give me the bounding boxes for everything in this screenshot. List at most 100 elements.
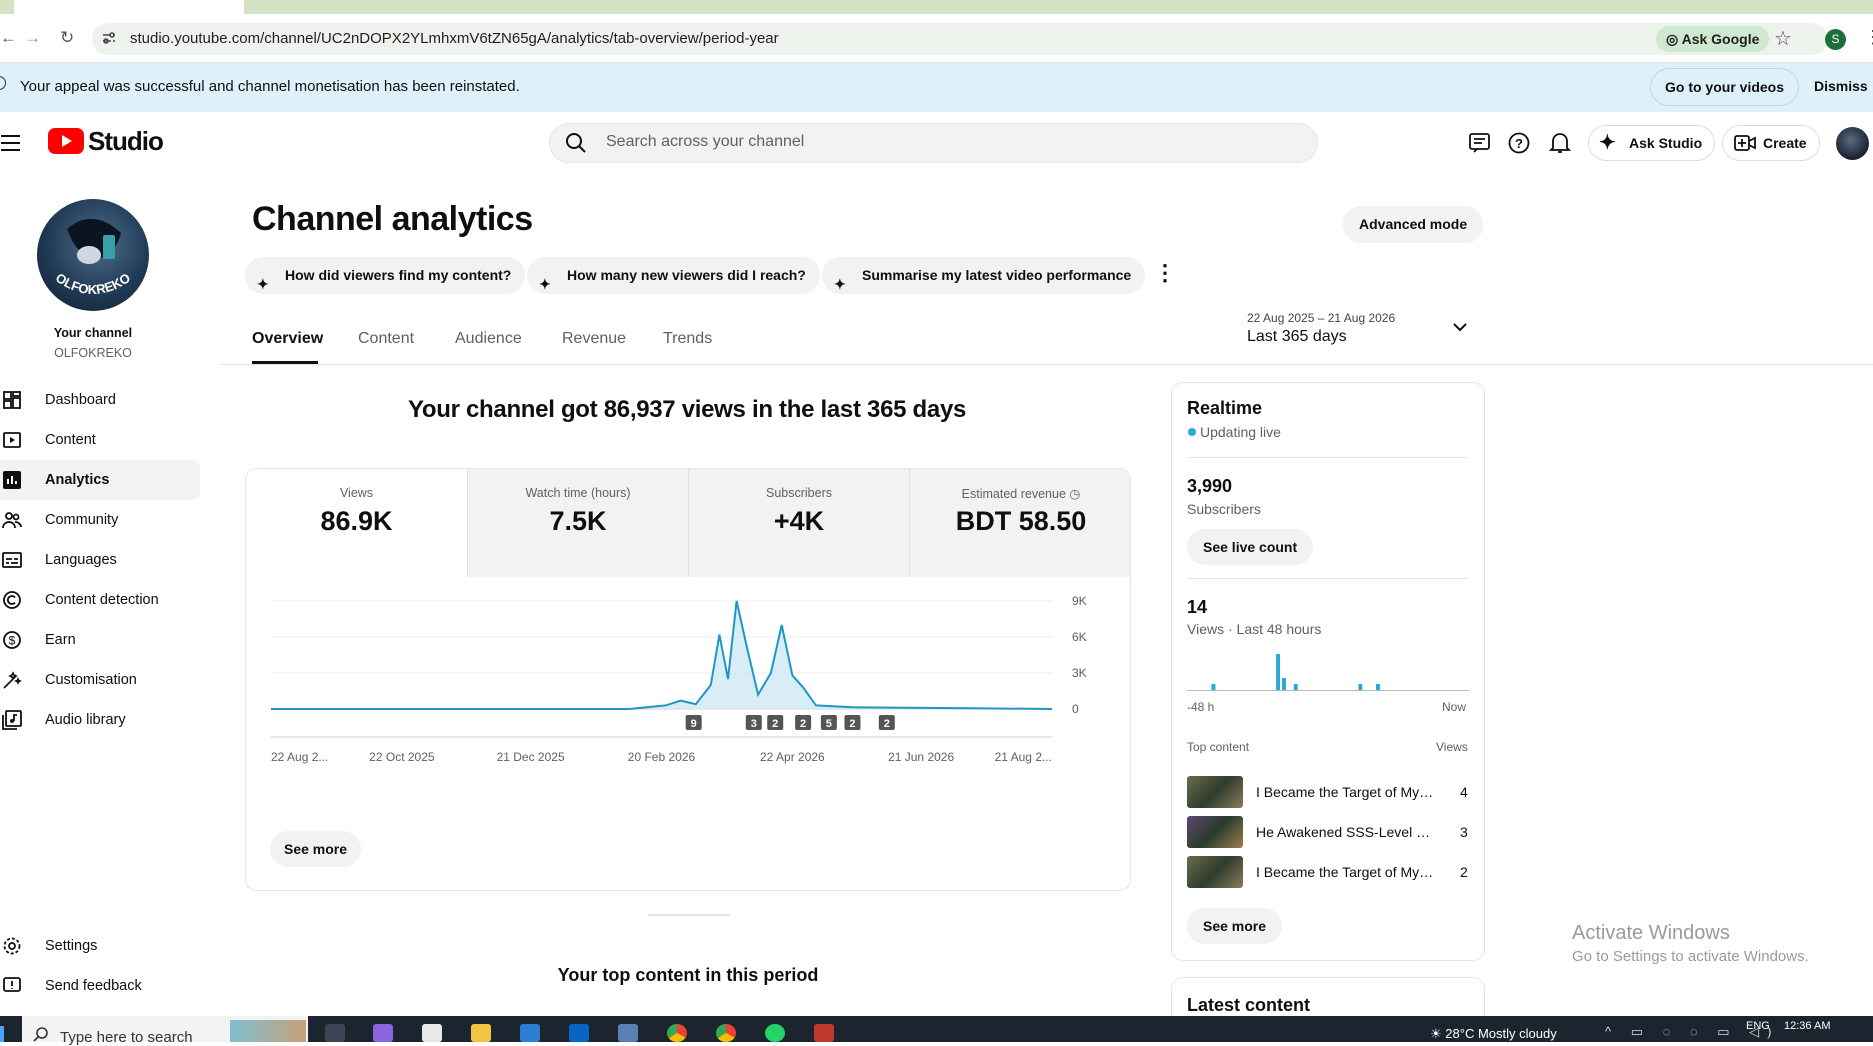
metric-estimated-revenue[interactable]: Estimated revenue ◷ BDT 58.50: [909, 469, 1130, 577]
tab-revenue[interactable]: Revenue: [562, 330, 626, 348]
sidebar-item-settings[interactable]: Settings: [0, 926, 200, 966]
back-icon[interactable]: ←: [0, 28, 17, 48]
metric-watch-time[interactable]: Watch time (hours) 7.5K: [467, 469, 688, 577]
browser-menu-icon[interactable]: ⋮: [1864, 27, 1873, 48]
taskbar-weather-art: [230, 1020, 306, 1042]
x-tick-label: 20 Feb 2026: [628, 750, 696, 764]
realtime-bar: [1276, 654, 1280, 690]
metric-subscribers[interactable]: Subscribers +4K: [688, 469, 909, 577]
x-tick-label: 21 Aug 2...: [995, 750, 1052, 764]
subscribers-label: Subscribers: [1187, 501, 1261, 517]
languages-icon: [2, 552, 22, 568]
search-icon: [566, 133, 586, 153]
outlook-icon[interactable]: [569, 1024, 589, 1042]
forward-icon[interactable]: →: [24, 28, 41, 48]
views-line-chart[interactable]: 9K 6K 3K 0 22 Aug 2... 22 Oct 2025 21 Dec 2025…: [246, 577, 1131, 792]
realtime-bar-chart[interactable]: [1187, 650, 1469, 695]
suggestion-chip-summarise[interactable]: ✦ Summarise my latest video performance: [822, 257, 1146, 294]
metric-value: 7.5K: [549, 506, 607, 536]
play-icon: [62, 135, 72, 147]
language-indicator[interactable]: ENG: [1746, 1020, 1770, 1032]
ask-studio-button[interactable]: ✦ Ask Studio: [1588, 125, 1716, 161]
clock[interactable]: 12:36 AM: [1784, 1020, 1830, 1032]
top-content-row[interactable]: I Became the Target of My I... 2: [1187, 856, 1469, 888]
sidebar-item-dashboard[interactable]: Dashboard: [0, 380, 200, 420]
live-dot-icon: [1188, 428, 1196, 436]
studio-logo-text[interactable]: Studio: [88, 126, 164, 157]
sidebar-item-customisation[interactable]: Customisation: [0, 660, 200, 700]
reload-icon[interactable]: ↻: [60, 28, 74, 48]
sidebar-item-send-feedback[interactable]: Send feedback: [0, 966, 200, 1006]
photos-icon[interactable]: [618, 1024, 638, 1042]
tabs-divider: [220, 364, 1873, 365]
channel-avatar[interactable]: OLFOKREKO: [37, 199, 149, 311]
notepad-icon[interactable]: [422, 1024, 442, 1042]
suggestion-chip-new-viewers[interactable]: ✦ How many new viewers did I reach?: [527, 257, 820, 294]
file-explorer-icon[interactable]: [471, 1024, 491, 1042]
video-thumbnail: [1187, 816, 1243, 848]
site-settings-icon[interactable]: [101, 30, 117, 46]
chrome-profile-icon[interactable]: [716, 1024, 736, 1042]
date-range-label: Last 365 days: [1247, 328, 1347, 345]
tab-content[interactable]: Content: [358, 330, 414, 348]
create-button[interactable]: Create: [1722, 125, 1820, 161]
top-content-row[interactable]: He Awakened SSS-Level Ex... 3: [1187, 816, 1469, 848]
more-options-icon[interactable]: ⋮: [1154, 260, 1176, 286]
go-to-videos-button[interactable]: Go to your videos: [1650, 68, 1800, 106]
top-content-row[interactable]: I Became the Target of My I... 4: [1187, 776, 1469, 808]
x-tick-label: 21 Dec 2025: [497, 750, 565, 764]
hamburger-menu-icon[interactable]: [0, 133, 22, 153]
sidebar-item-community[interactable]: Community: [0, 500, 200, 540]
channel-avatar-art: OLFOKREKO: [53, 218, 133, 297]
sidebar-item-audio-library[interactable]: Audio library: [0, 700, 200, 740]
sidebar-item-analytics[interactable]: Analytics: [0, 460, 200, 500]
chrome-icon[interactable]: [667, 1024, 687, 1042]
tab-overview[interactable]: Overview: [252, 330, 323, 348]
help-icon[interactable]: ?: [1508, 132, 1530, 154]
account-avatar[interactable]: [1836, 127, 1869, 160]
svg-text:$: $: [9, 634, 16, 648]
sidebar-item-label: Send feedback: [45, 978, 142, 994]
see-more-top-content-button[interactable]: See more: [1187, 908, 1283, 944]
taskbar-weather[interactable]: ☀ 28°C Mostly cloudy: [1430, 1026, 1557, 1042]
chevron-down-icon: [1453, 323, 1467, 332]
see-live-count-button[interactable]: See live count: [1187, 529, 1314, 565]
app-icon[interactable]: [814, 1024, 834, 1042]
browser-tab[interactable]: [14, 0, 244, 14]
advanced-mode-button[interactable]: Advanced mode: [1343, 206, 1484, 243]
divider: [1187, 457, 1468, 458]
metric-views[interactable]: Views 86.9K: [246, 469, 467, 578]
ask-google-label: Ask Google: [1681, 31, 1760, 47]
sidebar-item-earn[interactable]: $ Earn: [0, 620, 200, 660]
windows-start-icon[interactable]: [0, 1026, 4, 1042]
tab-trends[interactable]: Trends: [663, 330, 712, 348]
sidebar-item-content[interactable]: Content: [0, 420, 200, 460]
sidebar-item-label: Content detection: [45, 592, 159, 608]
metric-value: +4K: [773, 506, 825, 536]
youtube-logo-icon[interactable]: [48, 128, 84, 154]
profile-avatar[interactable]: S: [1825, 29, 1846, 50]
notifications-bell-icon[interactable]: [1549, 131, 1571, 155]
sidebar-item-languages[interactable]: Languages: [0, 540, 200, 580]
copilot-icon[interactable]: [373, 1024, 393, 1042]
ask-google-button[interactable]: ◎ Ask Google: [1656, 26, 1770, 52]
feedback-message-icon[interactable]: [1468, 132, 1492, 154]
suggestion-chip-find-content[interactable]: ✦ How did viewers find my content?: [245, 257, 526, 294]
bookmark-star-icon[interactable]: ☆: [1774, 26, 1792, 51]
store-icon[interactable]: [520, 1024, 540, 1042]
date-range-picker[interactable]: 22 Aug 2025 – 21 Aug 2026 Last 365 days: [1245, 308, 1485, 348]
see-more-button[interactable]: See more: [270, 831, 362, 867]
create-video-icon: [1734, 135, 1756, 151]
realtime-bar: [1293, 684, 1298, 690]
tab-audience[interactable]: Audience: [455, 330, 522, 348]
whatsapp-icon[interactable]: [765, 1024, 785, 1042]
dismiss-button[interactable]: Dismiss: [1800, 68, 1873, 106]
sidebar-item-content-detection[interactable]: Content detection: [0, 580, 200, 620]
top-content-heading: Your top content in this period: [557, 965, 819, 985]
search-placeholder: Search across your channel: [606, 133, 805, 150]
video-thumbnail: [1187, 776, 1243, 808]
content-icon: [3, 432, 21, 448]
task-view-icon[interactable]: [325, 1024, 345, 1042]
watermark-subtitle: Go to Settings to activate Windows.: [1572, 948, 1809, 965]
video-views: 4: [1460, 784, 1468, 800]
